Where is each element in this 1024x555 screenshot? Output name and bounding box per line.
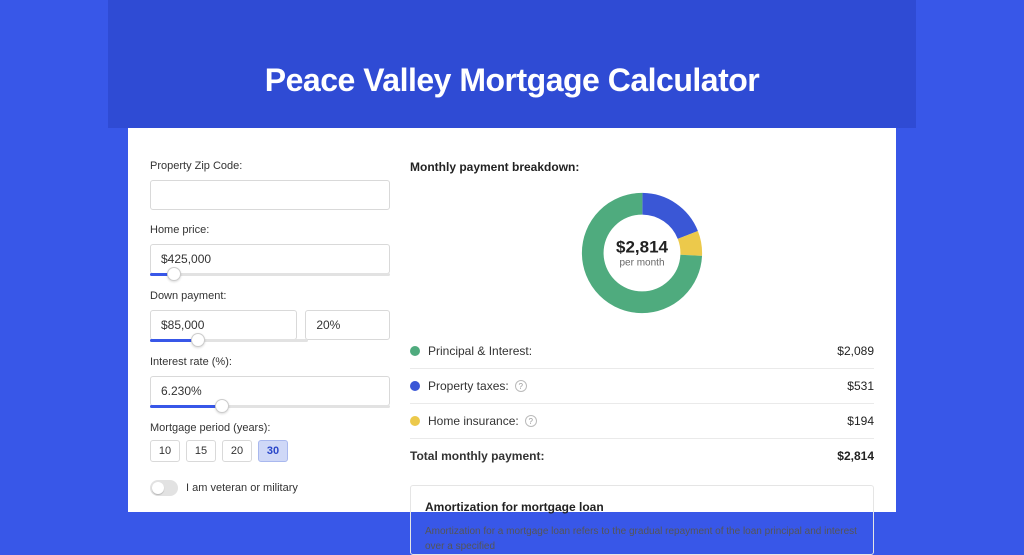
breakdown-title: Monthly payment breakdown:: [410, 160, 874, 174]
total-label: Total monthly payment:: [410, 449, 544, 463]
breakdown-column: Monthly payment breakdown: $2,814 per mo…: [410, 160, 874, 512]
zip-label: Property Zip Code:: [150, 160, 390, 172]
mortgage-period-15[interactable]: 15: [186, 440, 216, 462]
down-payment-label: Down payment:: [150, 290, 390, 302]
legend-dot-icon: [410, 381, 420, 391]
veteran-toggle[interactable]: [150, 480, 178, 496]
legend-row-home_insurance: Home insurance:? $194: [410, 406, 874, 436]
amortization-text: Amortization for a mortgage loan refers …: [425, 524, 859, 554]
amortization-section: Amortization for mortgage loan Amortizat…: [410, 485, 874, 555]
legend-value: $531: [847, 379, 874, 393]
legend-dot-icon: [410, 346, 420, 356]
mortgage-period-30[interactable]: 30: [258, 440, 288, 462]
info-icon[interactable]: ?: [515, 380, 527, 392]
legend-row-principal_interest: Principal & Interest: $2,089: [410, 336, 874, 366]
home-price-slider[interactable]: [150, 273, 390, 276]
slider-thumb[interactable]: [215, 399, 229, 413]
legend-row-total: Total monthly payment: $2,814: [410, 441, 874, 471]
interest-rate-slider[interactable]: [150, 405, 390, 408]
zip-input[interactable]: [150, 180, 390, 210]
donut-center-value: $2,814: [616, 238, 668, 258]
veteran-toggle-label: I am veteran or military: [186, 482, 298, 494]
payment-donut-chart: $2,814 per month: [577, 188, 707, 318]
calculator-card: Property Zip Code: Home price: Down paym…: [128, 128, 896, 512]
total-value: $2,814: [837, 449, 874, 463]
mortgage-period-20[interactable]: 20: [222, 440, 252, 462]
legend-label: Principal & Interest:: [428, 344, 532, 358]
interest-rate-label: Interest rate (%):: [150, 356, 390, 368]
legend-dot-icon: [410, 416, 420, 426]
slider-thumb[interactable]: [167, 267, 181, 281]
legend-label: Property taxes:: [428, 379, 509, 393]
down-payment-input[interactable]: [150, 310, 297, 340]
home-price-input[interactable]: [150, 244, 390, 274]
interest-rate-input[interactable]: [150, 376, 390, 406]
down-payment-pct-input[interactable]: [305, 310, 390, 340]
slider-thumb[interactable]: [191, 333, 205, 347]
legend-row-property_taxes: Property taxes:? $531: [410, 371, 874, 401]
down-payment-slider[interactable]: [150, 339, 308, 342]
legend-label: Home insurance:: [428, 414, 519, 428]
mortgage-period-label: Mortgage period (years):: [150, 422, 390, 434]
home-price-label: Home price:: [150, 224, 390, 236]
donut-center-sub: per month: [616, 258, 668, 269]
page-title: Peace Valley Mortgage Calculator: [265, 62, 759, 99]
legend-value: $2,089: [837, 344, 874, 358]
toggle-knob: [152, 482, 164, 494]
inputs-column: Property Zip Code: Home price: Down paym…: [150, 160, 390, 512]
info-icon[interactable]: ?: [525, 415, 537, 427]
mortgage-period-10[interactable]: 10: [150, 440, 180, 462]
legend-value: $194: [847, 414, 874, 428]
